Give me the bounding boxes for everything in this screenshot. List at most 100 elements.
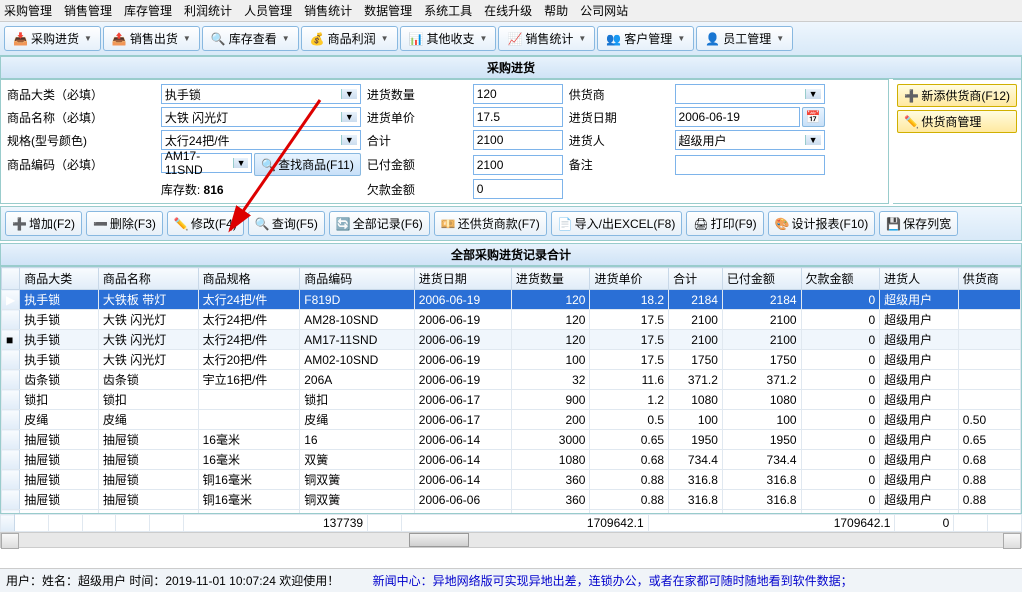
cell: 2006-06-14 <box>414 470 511 490</box>
table-row[interactable]: ■执手锁大铁 闪光灯太行24把/件AM17-11SND2006-06-19120… <box>2 330 1021 350</box>
cell: 0 <box>801 370 880 390</box>
menu-item[interactable]: 采购管理 <box>4 4 52 18</box>
cell: 1080 <box>722 390 801 410</box>
label-date: 进货日期 <box>569 109 669 126</box>
cell: 2006-06-19 <box>414 330 511 350</box>
cell: 超级用户 <box>880 390 959 410</box>
find-product-button[interactable]: 🔍查找商品(F11) <box>254 153 361 176</box>
total-input[interactable] <box>473 130 563 150</box>
action-button[interactable]: 📄导入/出EXCEL(F8) <box>551 211 683 236</box>
column-header[interactable]: 进货数量 <box>511 268 590 290</box>
cell: 18.2 <box>590 290 669 310</box>
calendar-icon[interactable]: 📅 <box>802 107 825 127</box>
column-header[interactable]: 供货商 <box>958 268 1020 290</box>
cell: 0.68 <box>958 450 1020 470</box>
cell: 0 <box>801 410 880 430</box>
action-button[interactable]: ➕增加(F2) <box>5 211 82 236</box>
menu-item[interactable]: 帮助 <box>544 4 568 18</box>
total-cell <box>15 515 49 532</box>
row-indicator <box>2 450 20 470</box>
price-input[interactable] <box>473 107 563 127</box>
column-header[interactable]: 进货单价 <box>590 268 669 290</box>
toolbar-button[interactable]: 👥客户管理▼ <box>597 26 694 51</box>
action-button[interactable]: 🎨设计报表(F10) <box>768 211 876 236</box>
date-input[interactable] <box>675 107 800 127</box>
new-supplier-button[interactable]: ➕新添供货商(F12) <box>897 84 1017 107</box>
row-indicator <box>2 370 20 390</box>
column-header[interactable]: 商品规格 <box>198 268 300 290</box>
code-combo[interactable]: AM17-11SND▼ <box>161 153 252 173</box>
menu-item[interactable]: 库存管理 <box>124 4 172 18</box>
table-row[interactable]: 齿条锁齿条锁宇立16把/件206A2006-06-193211.6371.237… <box>2 370 1021 390</box>
horizontal-scrollbar[interactable] <box>0 532 1022 548</box>
cell <box>198 410 300 430</box>
supplier-combo[interactable]: ▼ <box>675 84 825 104</box>
cell: 206A <box>300 370 415 390</box>
action-button[interactable]: 💴还供货商款(F7) <box>434 211 547 236</box>
column-header[interactable]: 进货人 <box>880 268 959 290</box>
cell: 0.68 <box>590 450 669 470</box>
row-indicator: ▶ <box>2 290 20 310</box>
table-row[interactable]: 抽屉锁抽屉锁16毫米双簧2006-06-1410800.68734.4734.4… <box>2 450 1021 470</box>
person-combo[interactable]: 超级用户▼ <box>675 130 825 150</box>
cell: 铜16毫米 <box>198 470 300 490</box>
cell: 皮绳 <box>20 410 99 430</box>
menu-item[interactable]: 销售统计 <box>304 4 352 18</box>
toolbar-button[interactable]: 📊其他收支▼ <box>400 26 497 51</box>
table-row[interactable]: 执手锁大铁 闪光灯太行20把/件AM02-10SND2006-06-191001… <box>2 350 1021 370</box>
remark-input[interactable] <box>675 155 825 175</box>
menu-item[interactable]: 人员管理 <box>244 4 292 18</box>
column-header[interactable]: 商品名称 <box>98 268 198 290</box>
table-row[interactable]: 锁扣锁扣锁扣2006-06-179001.2108010800超级用户 <box>2 390 1021 410</box>
column-header[interactable]: 商品大类 <box>20 268 99 290</box>
table-row[interactable]: ▶执手锁大铁板 带灯太行24把/件F819D2006-06-1912018.22… <box>2 290 1021 310</box>
cell: 1080 <box>511 450 590 470</box>
owed-input[interactable] <box>473 179 563 199</box>
action-button[interactable]: 💾保存列宽 <box>879 211 958 236</box>
menu-item[interactable]: 销售管理 <box>64 4 112 18</box>
cell: AM17-11SND <box>300 330 415 350</box>
paid-input[interactable] <box>473 155 563 175</box>
totals-row: 1377391709642.11709642.10 <box>0 514 1022 532</box>
toolbar-button[interactable]: 👤员工管理▼ <box>696 26 793 51</box>
toolbar-button[interactable]: 📤销售出货▼ <box>103 26 200 51</box>
table-row[interactable]: 抽屉锁抽屉锁铜16毫米铜双簧2006-06-143600.88316.8316.… <box>2 470 1021 490</box>
column-header[interactable]: 合计 <box>669 268 723 290</box>
column-header[interactable]: 已付金额 <box>722 268 801 290</box>
action-button[interactable]: 🖨打印(F9) <box>686 211 763 236</box>
qty-input[interactable] <box>473 84 563 104</box>
cell: 齿条锁 <box>98 370 198 390</box>
panel-title: 采购进货 <box>0 56 1022 79</box>
toolbar-button[interactable]: 📥采购进货▼ <box>4 26 101 51</box>
category-combo[interactable]: 执手锁▼ <box>161 84 361 104</box>
table-row[interactable]: 抽屉锁抽屉锁铜16毫米铜双簧2006-06-063600.88316.8316.… <box>2 490 1021 510</box>
toolbar-button[interactable]: 💰商品利润▼ <box>301 26 398 51</box>
menu-item[interactable]: 利润统计 <box>184 4 232 18</box>
action-button[interactable]: ✏️修改(F4) <box>167 211 244 236</box>
action-button[interactable]: ➖删除(F3) <box>86 211 163 236</box>
data-grid[interactable]: 商品大类商品名称商品规格商品编码进货日期进货数量进货单价合计已付金额欠款金额进货… <box>0 266 1022 514</box>
manage-supplier-button[interactable]: ✏️供货商管理 <box>897 110 1017 133</box>
toolbar-button[interactable]: 🔍库存查看▼ <box>202 26 299 51</box>
column-header[interactable]: 商品编码 <box>300 268 415 290</box>
action-label: 保存列宽 <box>903 215 951 232</box>
menu-item[interactable]: 系统工具 <box>424 4 472 18</box>
table-row[interactable]: 抽屉锁抽屉锁16毫米162006-06-1430000.65195019500超… <box>2 430 1021 450</box>
action-label: 全部记录(F6) <box>353 215 423 232</box>
menu-item[interactable]: 在线升级 <box>484 4 532 18</box>
action-button[interactable]: 🔍查询(F5) <box>248 211 325 236</box>
spec-combo[interactable]: 太行24把/件▼ <box>161 130 361 150</box>
column-header[interactable]: 欠款金额 <box>801 268 880 290</box>
column-header[interactable]: 进货日期 <box>414 268 511 290</box>
menu-item[interactable]: 公司网站 <box>580 4 628 18</box>
toolbar-button[interactable]: 📈销售统计▼ <box>498 26 595 51</box>
chevron-down-icon: ▼ <box>84 34 92 43</box>
action-icon: 💾 <box>886 217 901 231</box>
table-row[interactable]: 执手锁大铁 闪光灯太行24把/件AM28-10SND2006-06-191201… <box>2 310 1021 330</box>
table-row[interactable]: 皮绳皮绳皮绳2006-06-172000.51001000超级用户0.50 <box>2 410 1021 430</box>
menu-item[interactable]: 数据管理 <box>364 4 412 18</box>
cell: 超级用户 <box>880 490 959 510</box>
name-combo[interactable]: 大铁 闪光灯▼ <box>161 107 361 127</box>
action-button[interactable]: 🔄全部记录(F6) <box>329 211 430 236</box>
cell: 抽屉锁 <box>98 430 198 450</box>
